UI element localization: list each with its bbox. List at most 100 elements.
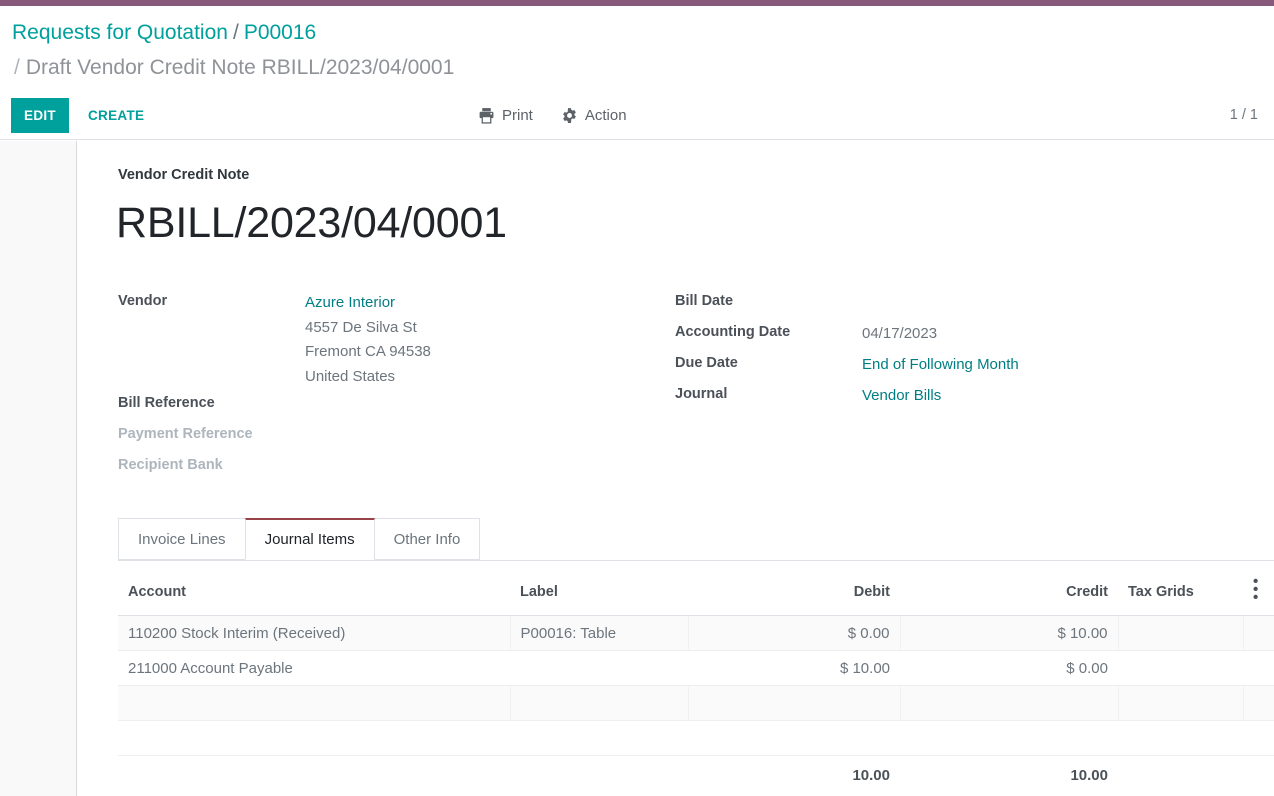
field-bill-reference-label: Bill Reference bbox=[118, 393, 298, 414]
cell-tax-grids[interactable] bbox=[1118, 616, 1243, 651]
table-row-spacer bbox=[118, 721, 1274, 756]
form-sheet: Vendor Credit Note RBILL/2023/04/0001 Ve… bbox=[78, 141, 1274, 796]
gear-icon bbox=[561, 107, 578, 124]
field-due-date-value[interactable]: End of Following Month bbox=[862, 353, 1195, 378]
cell-options bbox=[1243, 686, 1274, 721]
column-header-debit[interactable]: Debit bbox=[688, 571, 900, 616]
tab-other-info[interactable]: Other Info bbox=[374, 518, 481, 560]
field-payment-reference: Payment Reference bbox=[118, 424, 638, 455]
field-journal-value[interactable]: Vendor Bills bbox=[862, 384, 1195, 409]
cell-label[interactable] bbox=[510, 686, 688, 721]
table-totals-row: 10.00 10.00 bbox=[118, 756, 1274, 793]
cell-account[interactable]: 110200 Stock Interim (Received) bbox=[118, 616, 510, 651]
totals-spacer bbox=[1243, 756, 1274, 793]
field-recipient-bank-value[interactable] bbox=[305, 455, 638, 480]
cell-label[interactable]: P00016: Table bbox=[510, 616, 688, 651]
cell-spacer bbox=[510, 721, 688, 756]
print-label: Print bbox=[502, 107, 533, 124]
cell-spacer bbox=[118, 721, 510, 756]
side-panel bbox=[0, 141, 77, 796]
cell-tax-grids[interactable] bbox=[1118, 686, 1243, 721]
control-panel-buttons: EDIT CREATE Print bbox=[0, 98, 1274, 134]
cell-account[interactable]: 211000 Account Payable bbox=[118, 651, 510, 686]
field-journal-label: Journal bbox=[675, 384, 855, 405]
print-menu[interactable]: Print bbox=[478, 107, 533, 124]
breadcrumb-active-label: Draft Vendor Credit Note RBILL/2023/04/0… bbox=[26, 56, 454, 79]
field-bill-date: Bill Date bbox=[675, 291, 1195, 322]
column-header-tax-grids[interactable]: Tax Grids bbox=[1118, 571, 1243, 616]
breadcrumb-current: / Draft Vendor Credit Note RBILL/2023/04/… bbox=[14, 55, 454, 81]
field-recipient-bank-label: Recipient Bank bbox=[118, 455, 298, 476]
cell-tax-grids[interactable] bbox=[1118, 651, 1243, 686]
cell-spacer bbox=[1243, 721, 1274, 756]
field-vendor-value[interactable]: Azure Interior 4557 De Silva St Fremont … bbox=[305, 291, 638, 389]
cell-debit[interactable] bbox=[688, 686, 900, 721]
field-recipient-bank: Recipient Bank bbox=[118, 455, 638, 486]
notebook-tabs: Invoice Lines Journal Items Other Info bbox=[118, 519, 1274, 561]
table-header-row: Account Label Debit Credit Tax Grids ••• bbox=[118, 571, 1274, 616]
field-bill-reference: Bill Reference bbox=[118, 393, 638, 424]
totals-spacer bbox=[1118, 756, 1243, 793]
control-panel: Requests for Quotation/P00016 /Draft Ven… bbox=[0, 6, 1274, 140]
breadcrumb-item-requests-for-quotation[interactable]: Requests for Quotation bbox=[12, 21, 228, 44]
totals-spacer bbox=[510, 756, 688, 793]
edit-button[interactable]: EDIT bbox=[11, 98, 69, 133]
form-group-right: Bill Date Accounting Date 04/17/2023 Due… bbox=[675, 291, 1195, 415]
cell-credit[interactable]: $ 0.00 bbox=[900, 651, 1118, 686]
column-options-toggle[interactable]: ••• bbox=[1243, 571, 1274, 616]
tab-journal-items[interactable]: Journal Items bbox=[245, 518, 375, 560]
cell-debit[interactable]: $ 10.00 bbox=[688, 651, 900, 686]
field-due-date: Due Date End of Following Month bbox=[675, 353, 1195, 384]
breadcrumb-active-separator: / bbox=[14, 56, 20, 79]
field-journal: Journal Vendor Bills bbox=[675, 384, 1195, 415]
totals-spacer bbox=[118, 756, 510, 793]
total-debit: 10.00 bbox=[688, 756, 900, 793]
field-bill-date-label: Bill Date bbox=[675, 291, 855, 312]
vendor-country: United States bbox=[305, 365, 638, 390]
document-title: RBILL/2023/04/0001 bbox=[116, 197, 507, 249]
notebook: Invoice Lines Journal Items Other Info A… bbox=[78, 519, 1274, 792]
field-payment-reference-label: Payment Reference bbox=[118, 424, 298, 445]
column-header-label[interactable]: Label bbox=[510, 571, 688, 616]
breadcrumb-separator: / bbox=[233, 21, 239, 44]
field-due-date-label: Due Date bbox=[675, 353, 855, 374]
cell-account[interactable] bbox=[118, 686, 510, 721]
cell-credit[interactable] bbox=[900, 686, 1118, 721]
vendor-name[interactable]: Azure Interior bbox=[305, 291, 638, 316]
journal-items-table: Account Label Debit Credit Tax Grids ••• bbox=[118, 571, 1274, 792]
vertical-dots-icon[interactable]: ••• bbox=[1253, 578, 1258, 602]
field-payment-reference-value[interactable] bbox=[305, 424, 638, 449]
field-accounting-date-label: Accounting Date bbox=[675, 322, 855, 343]
create-button[interactable]: CREATE bbox=[80, 98, 152, 133]
column-header-credit[interactable]: Credit bbox=[900, 571, 1118, 616]
table-row[interactable]: 211000 Account Payable $ 10.00 $ 0.00 bbox=[118, 651, 1274, 686]
pager[interactable]: 1 / 1 bbox=[1230, 98, 1258, 133]
cell-spacer bbox=[900, 721, 1118, 756]
form-group-left: Vendor Azure Interior 4557 De Silva St F… bbox=[118, 291, 638, 486]
cell-debit[interactable]: $ 0.00 bbox=[688, 616, 900, 651]
cell-spacer bbox=[1118, 721, 1243, 756]
action-menu[interactable]: Action bbox=[561, 107, 627, 124]
app-body: Vendor Credit Note RBILL/2023/04/0001 Ve… bbox=[0, 141, 1274, 796]
control-panel-action-menus: Print Action bbox=[478, 98, 627, 133]
tab-invoice-lines[interactable]: Invoice Lines bbox=[118, 518, 246, 560]
cell-label[interactable] bbox=[510, 651, 688, 686]
vendor-street: 4557 De Silva St bbox=[305, 316, 638, 341]
printer-icon bbox=[478, 107, 495, 124]
cell-spacer bbox=[688, 721, 900, 756]
field-accounting-date: Accounting Date 04/17/2023 bbox=[675, 322, 1195, 353]
breadcrumb-item-p00016[interactable]: P00016 bbox=[244, 21, 316, 44]
document-type-label: Vendor Credit Note bbox=[118, 167, 249, 183]
breadcrumb: Requests for Quotation/P00016 bbox=[12, 20, 316, 46]
table-row[interactable]: 110200 Stock Interim (Received) P00016: … bbox=[118, 616, 1274, 651]
column-header-account[interactable]: Account bbox=[118, 571, 510, 616]
field-bill-reference-value[interactable] bbox=[305, 393, 638, 418]
journal-items-table-wrapper: Account Label Debit Credit Tax Grids ••• bbox=[118, 561, 1274, 792]
vendor-city-state-zip: Fremont CA 94538 bbox=[305, 340, 638, 365]
field-vendor-label: Vendor bbox=[118, 291, 298, 312]
total-credit: 10.00 bbox=[900, 756, 1118, 793]
table-row[interactable] bbox=[118, 686, 1274, 721]
cell-credit[interactable]: $ 10.00 bbox=[900, 616, 1118, 651]
action-label: Action bbox=[585, 107, 627, 124]
field-accounting-date-value[interactable]: 04/17/2023 bbox=[862, 322, 1195, 347]
